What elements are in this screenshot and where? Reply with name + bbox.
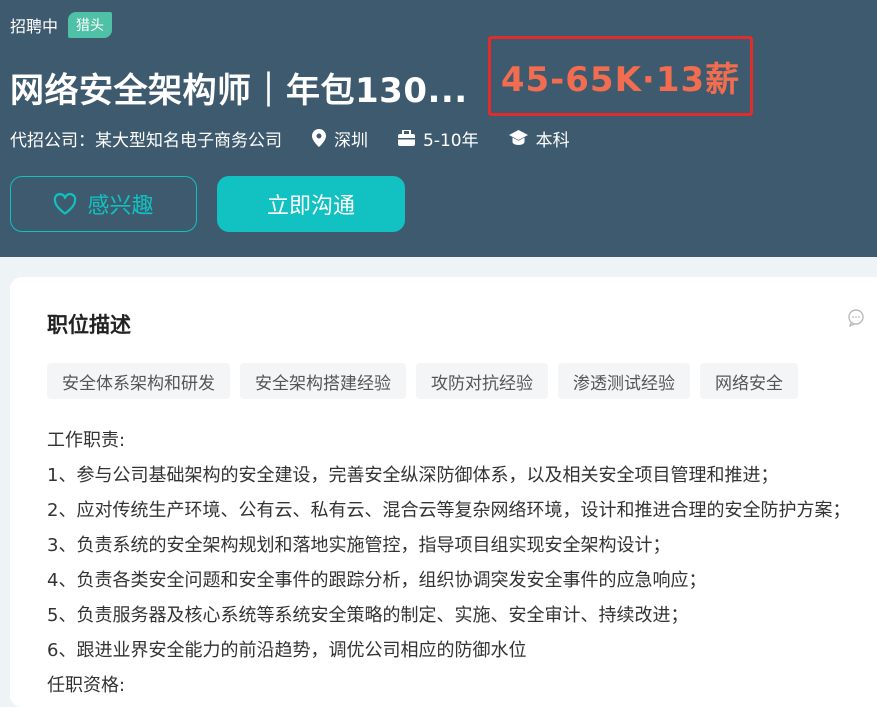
briefcase-icon xyxy=(398,130,415,146)
location-info: 深圳 xyxy=(312,126,368,151)
experience-info: 5-10年 xyxy=(398,126,479,151)
description-line: 5、负责服务器及核心系统等系统安全策略的制定、实施、安全审计、持续改进； xyxy=(47,605,689,626)
description-line: 4、负责各类安全问题和安全事件的跟踪分析，组织协调突发安全事件的应急响应； xyxy=(47,570,707,591)
job-title: 网络安全架构师｜年包130... xyxy=(10,71,468,111)
interested-label: 感兴趣 xyxy=(87,194,154,219)
company-info: 代招公司：某大型知名电子商务公司 xyxy=(10,126,282,151)
comment-icon[interactable] xyxy=(847,309,865,327)
section-title: 职位描述 xyxy=(47,313,131,337)
description-line: 任职资格: xyxy=(47,675,126,696)
interested-button[interactable]: 感兴趣 xyxy=(10,176,197,232)
salary-highlight-box: 45-65K·13薪 xyxy=(488,36,753,116)
skill-tag: 渗透测试经验 xyxy=(558,363,690,399)
headhunter-badge: 猎头 xyxy=(68,12,113,38)
skill-tags: 安全体系架构和研发 安全架构搭建经验 攻防对抗经验 渗透测试经验 网络安全 xyxy=(47,363,808,399)
salary: 45-65K·13薪 xyxy=(500,59,741,100)
job-header: 招聘中 猎头 网络安全架构师｜年包130... 45-65K·13薪 代招公司：… xyxy=(0,0,877,257)
skill-tag: 安全架构搭建经验 xyxy=(240,363,406,399)
company-text: 代招公司：某大型知名电子商务公司 xyxy=(10,130,282,151)
location-text: 深圳 xyxy=(334,130,368,151)
skill-tag: 攻防对抗经验 xyxy=(416,363,548,399)
experience-text: 5-10年 xyxy=(423,130,479,151)
graduation-cap-icon xyxy=(508,130,528,145)
education-text: 本科 xyxy=(535,130,570,151)
job-meta: 代招公司：某大型知名电子商务公司 深圳 5-10年 本科 xyxy=(10,124,600,152)
recruiting-status: 招聘中 xyxy=(10,17,59,36)
location-pin-icon xyxy=(312,129,326,147)
skill-tag: 网络安全 xyxy=(700,363,798,399)
job-description-card: 职位描述 安全体系架构和研发 安全架构搭建经验 攻防对抗经验 渗透测试经验 网络… xyxy=(10,277,877,707)
heart-icon xyxy=(54,193,77,215)
job-description-text: 工作职责: 1、参与公司基础架构的安全建设，完善安全纵深防御体系，以及相关安全项… xyxy=(47,427,877,707)
education-info: 本科 xyxy=(508,126,570,151)
description-line: 3、负责系统的安全架构规划和落地实施管控，指导项目组实现安全架构设计； xyxy=(47,535,671,556)
chat-now-label: 立即沟通 xyxy=(266,194,355,219)
skill-tag: 安全体系架构和研发 xyxy=(47,363,230,399)
status-row: 招聘中 猎头 xyxy=(10,12,113,38)
description-line: 6、跟进业界安全能力的前沿趋势，调优公司相应的防御水位 xyxy=(47,640,527,661)
chat-now-button[interactable]: 立即沟通 xyxy=(217,176,405,232)
description-line: 1、参与公司基础架构的安全建设，完善安全纵深防御体系，以及相关安全项目管理和推进… xyxy=(47,465,779,486)
description-line: 工作职责: xyxy=(47,430,126,451)
description-line: 2、应对传统生产环境、公有云、私有云、混合云等复杂网络环境，设计和推进合理的安全… xyxy=(47,500,851,521)
